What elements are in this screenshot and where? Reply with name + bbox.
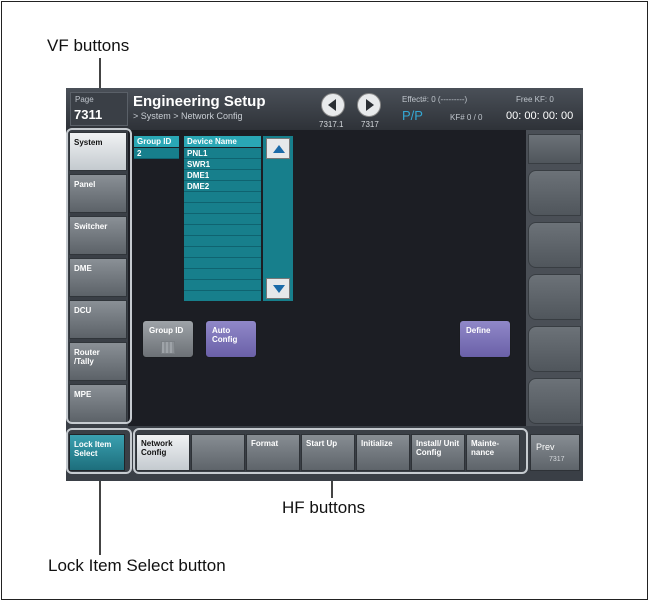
free-kf-status: Free KF: 0 [516, 95, 554, 104]
device-row[interactable]: PNL1 [184, 148, 261, 159]
right-button[interactable] [528, 326, 581, 372]
device-row[interactable]: DME1 [184, 170, 261, 181]
device-row[interactable] [184, 192, 261, 203]
scroll-down-button[interactable] [266, 278, 290, 299]
device-list-scrollbar[interactable] [263, 136, 293, 301]
prev-page-number: 7317 [549, 456, 565, 463]
page-title: Engineering Setup [133, 93, 266, 110]
page-box: Page 7311 [70, 92, 128, 126]
hf-buttons-callout: HF buttons [282, 498, 366, 517]
device-row[interactable] [184, 269, 261, 280]
status-area: Effect#: 0 (---------) Free KF: 0 P/P KF… [392, 88, 583, 130]
vf-buttons-highlight [66, 128, 132, 424]
left-arrow-icon [328, 99, 336, 111]
kf-counter: KF# 0 / 0 [450, 113, 483, 122]
effect-status: Effect#: 0 (---------) [402, 95, 468, 104]
next-page-button[interactable] [357, 93, 381, 117]
group-id-button-label: Group ID [149, 326, 184, 335]
triangle-down-icon [273, 285, 285, 293]
group-id-button[interactable]: Group ID [142, 320, 194, 358]
right-button[interactable] [528, 274, 581, 320]
device-row[interactable] [184, 258, 261, 269]
prev-button[interactable]: Prev 7317 [530, 434, 580, 471]
right-button[interactable] [528, 134, 581, 164]
device-row[interactable] [184, 203, 261, 214]
scroll-up-button[interactable] [266, 138, 290, 159]
prev-label: Prev [536, 442, 555, 452]
lock-leader-line [99, 475, 101, 555]
group-id-row[interactable]: 2 [134, 148, 179, 159]
device-row[interactable] [184, 225, 261, 236]
page-number: 7311 [74, 107, 103, 122]
device-name-header: Device Name [184, 136, 261, 147]
breadcrumb: > System > Network Config [133, 111, 243, 121]
auto-config-button[interactable]: Auto Config [205, 320, 257, 358]
vf-buttons-callout: VF buttons [47, 36, 130, 55]
right-button[interactable] [528, 222, 581, 268]
mode-indicator: P/P [402, 108, 423, 123]
define-label: Define [466, 326, 491, 335]
device-row[interactable]: SWR1 [184, 159, 261, 170]
device-row[interactable] [184, 236, 261, 247]
right-button[interactable] [528, 170, 581, 216]
device-row[interactable] [184, 247, 261, 258]
device-name-list[interactable]: PNL1 SWR1 DME1 DME2 [184, 148, 261, 301]
device-screen: Page 7311 Engineering Setup > System > N… [66, 88, 583, 481]
device-row[interactable] [184, 214, 261, 225]
lock-item-select-highlight [66, 428, 132, 474]
next-page-number: 7317 [361, 120, 379, 129]
device-row[interactable]: DME2 [184, 181, 261, 192]
keypad-icon [161, 341, 175, 354]
header-bar: Page 7311 Engineering Setup > System > N… [66, 88, 583, 130]
prev-page-button[interactable] [321, 93, 345, 117]
page-label: Page [75, 95, 94, 104]
group-id-header: Group ID [134, 136, 179, 147]
group-id-list[interactable]: 2 [134, 148, 179, 159]
auto-config-label: Auto Config [212, 326, 238, 344]
work-area: Group ID 2 Device Name PNL1 SWR1 DME1 DM… [128, 130, 526, 426]
timecode: 00: 00: 00: 00 [506, 110, 574, 122]
hf-buttons-highlight [133, 428, 528, 474]
triangle-up-icon [273, 145, 285, 153]
right-arrow-icon [366, 99, 374, 111]
lock-item-select-callout: Lock Item Select button [48, 556, 226, 575]
right-button-column [526, 130, 583, 426]
prev-page-number: 7317.1 [319, 120, 344, 129]
right-button[interactable] [528, 378, 581, 424]
define-button[interactable]: Define [459, 320, 511, 358]
device-row[interactable] [184, 280, 261, 291]
